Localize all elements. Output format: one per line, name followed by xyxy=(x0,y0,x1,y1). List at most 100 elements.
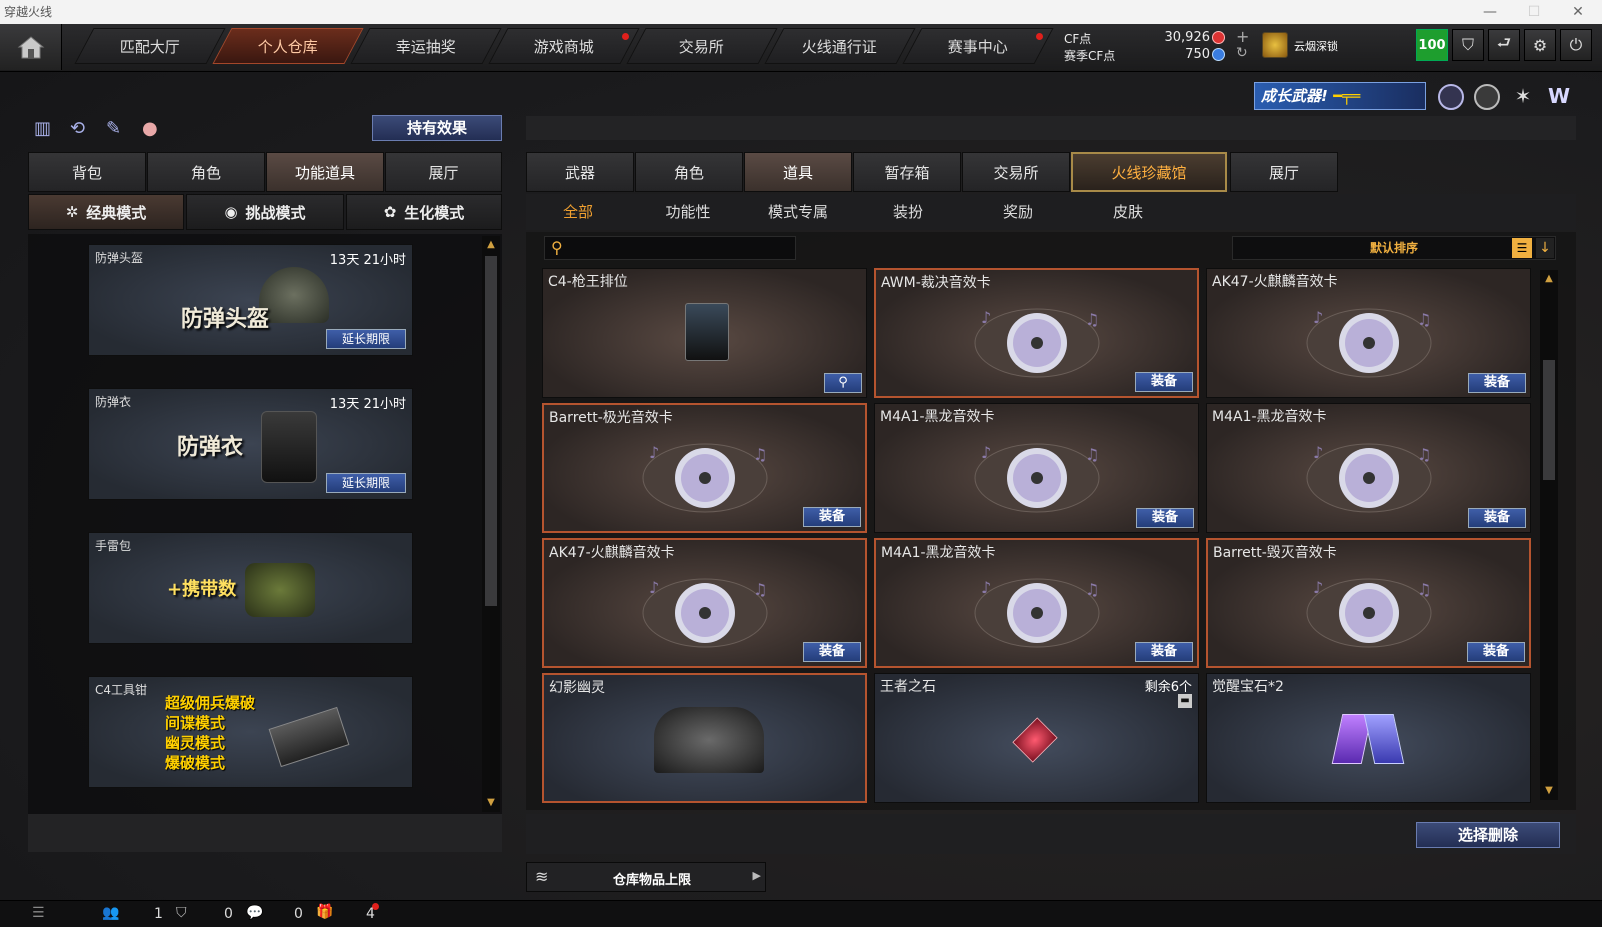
item-card[interactable]: M4A1-黑龙音效卡 ♪ ♫ 装备 xyxy=(874,538,1199,668)
item-card[interactable]: C4-枪王排位 ⚲ xyxy=(542,268,867,398)
equip-button[interactable]: 装备 xyxy=(1468,508,1526,528)
nav-tab-personal-storage[interactable]: 个人仓库 xyxy=(212,28,364,64)
grenade-pack-icon xyxy=(245,563,315,617)
scroll-thumb[interactable] xyxy=(485,256,497,606)
c4-modes-list: 超级佣兵爆破 间谍模式 幽灵模式 爆破模式 xyxy=(165,694,256,772)
globe-icon[interactable] xyxy=(1474,84,1500,110)
maximize-icon[interactable]: ☐ xyxy=(1512,0,1556,24)
mode-zombie[interactable]: ✿ 生化模式 xyxy=(346,194,502,230)
nav-tab-exchange[interactable]: 交易所 xyxy=(626,28,778,64)
tab-collection[interactable]: 火线珍藏馆 xyxy=(1071,152,1227,192)
zoom-button[interactable]: ⚲ xyxy=(824,373,862,393)
equip-button[interactable]: 装备 xyxy=(1468,373,1526,393)
equip-button[interactable]: 装备 xyxy=(1135,642,1193,662)
tab-temp-box[interactable]: 暂存箱 xyxy=(853,152,961,192)
mode-challenge[interactable]: ◉ 挑战模式 xyxy=(186,194,344,230)
trash-icon[interactable]: ▬ xyxy=(1178,694,1192,708)
nav-tab-lottery[interactable]: 幸运抽奖 xyxy=(350,28,502,64)
item-card[interactable]: Barrett-毁灭音效卡 ♪ ♫ 装备 xyxy=(1206,538,1531,668)
left-scrollbar[interactable]: ▲ ▼ xyxy=(482,236,500,812)
refresh-icon[interactable]: ↻ xyxy=(1236,45,1248,61)
stats-icon[interactable]: ▥ xyxy=(34,118,51,139)
item-card[interactable]: M4A1-黑龙音效卡 ♪ ♫ 装备 xyxy=(1206,403,1531,533)
classic-mode-icon: ✲ xyxy=(65,203,79,221)
tab-functional-items[interactable]: 功能道具 xyxy=(266,152,384,192)
tab-weapons[interactable]: 武器 xyxy=(526,152,634,192)
item-card-helmet[interactable]: 防弹头盔 13天 21小时 防弹头盔 延长期限 xyxy=(88,244,413,356)
sort-dropdown[interactable]: 默认排序 xyxy=(1232,236,1556,260)
tab-showroom-right[interactable]: 展厅 xyxy=(1230,152,1338,192)
tab-character[interactable]: 角色 xyxy=(147,152,265,192)
power-button[interactable]: ⏻ xyxy=(1560,29,1592,61)
storage-limit-bar[interactable]: ≋ 仓库物品上限 ▶ xyxy=(526,862,766,892)
switch-button[interactable]: ⮐ xyxy=(1488,29,1520,61)
equip-button[interactable]: 装备 xyxy=(1136,508,1194,528)
subtab-all[interactable]: 全部 xyxy=(528,201,628,223)
item-card[interactable]: AK47-火麒麟音效卡 ♪ ♫ 装备 xyxy=(1206,268,1531,398)
held-effects-button[interactable]: 持有效果 xyxy=(372,115,502,141)
minimize-icon[interactable]: — xyxy=(1468,0,1512,24)
menu-icon[interactable]: ☰ xyxy=(32,905,45,921)
scroll-up-icon[interactable]: ▲ xyxy=(484,238,498,252)
nav-tab-events[interactable]: 赛事中心 xyxy=(902,28,1054,64)
tab-backpack[interactable]: 背包 xyxy=(28,152,146,192)
subtab-mode-exclusive[interactable]: 模式专属 xyxy=(748,201,848,223)
nav-tab-match-hall[interactable]: 匹配大厅 xyxy=(74,28,226,64)
grenade-icon[interactable]: ● xyxy=(142,118,158,139)
scroll-down-icon[interactable]: ▼ xyxy=(1542,784,1556,798)
item-card-grenade-pack[interactable]: 手雷包 +携带数 xyxy=(88,532,413,644)
extend-button[interactable]: 延长期限 xyxy=(326,329,406,349)
item-card[interactable]: 觉醒宝石*2 xyxy=(1206,673,1531,803)
sort-desc-icon[interactable]: ↓ xyxy=(1536,238,1554,258)
item-card[interactable]: M4A1-黑龙音效卡 ♪ ♫ 装备 xyxy=(874,403,1199,533)
scroll-down-icon[interactable]: ▼ xyxy=(484,796,498,810)
item-card[interactable]: Barrett-极光音效卡 ♪ ♫ 装备 xyxy=(542,403,867,533)
history-icon[interactable]: ⟲ xyxy=(70,118,85,139)
chat-icon[interactable]: 💬 xyxy=(246,905,263,921)
item-card[interactable]: AWM-裁决音效卡 ♪ ♫ 装备 xyxy=(874,268,1199,398)
subtab-reward[interactable]: 奖励 xyxy=(968,201,1068,223)
kings-stone-icon xyxy=(1012,717,1058,763)
tab-showroom[interactable]: 展厅 xyxy=(385,152,502,192)
item-card-c4-pliers[interactable]: C4工具钳 超级佣兵爆破 间谍模式 幽灵模式 爆破模式 xyxy=(88,676,413,788)
tab-exchange[interactable]: 交易所 xyxy=(962,152,1070,192)
item-card[interactable]: AK47-火麒麟音效卡 ♪ ♫ 装备 xyxy=(542,538,867,668)
equip-button[interactable]: 装备 xyxy=(1135,372,1193,392)
settings-button[interactable]: ⚙ xyxy=(1524,29,1556,61)
item-name: AWM-裁决音效卡 xyxy=(881,275,991,291)
wings-icon[interactable]: W xyxy=(1546,84,1572,110)
subtab-skin[interactable]: 皮肤 xyxy=(1078,201,1178,223)
tab-items[interactable]: 道具 xyxy=(744,152,852,192)
right-scrollbar[interactable]: ▲ ▼ xyxy=(1540,270,1558,800)
close-icon[interactable]: ✕ xyxy=(1556,0,1600,24)
nav-tab-game-shop[interactable]: 游戏商城 xyxy=(488,28,640,64)
list-icon[interactable]: ☰ xyxy=(1512,238,1532,258)
character-icon[interactable]: ✎ xyxy=(106,118,121,139)
search-icon: ⚲ xyxy=(551,238,563,257)
scroll-up-icon[interactable]: ▲ xyxy=(1542,272,1556,286)
item-card[interactable]: 幻影幽灵 xyxy=(542,673,867,803)
star-icon[interactable]: ✶ xyxy=(1510,84,1536,110)
subtab-cosmetic[interactable]: 装扮 xyxy=(858,201,958,223)
select-delete-button[interactable]: 选择删除 xyxy=(1416,822,1560,848)
equip-button[interactable]: 装备 xyxy=(803,642,861,662)
scroll-thumb[interactable] xyxy=(1543,360,1555,480)
item-card-vest[interactable]: 防弹衣 13天 21小时 防弹衣 延长期限 xyxy=(88,388,413,500)
item-card[interactable]: 王者之石 剩余6个 ▬ xyxy=(874,673,1199,803)
home-button[interactable] xyxy=(0,24,62,70)
subtab-functional[interactable]: 功能性 xyxy=(638,201,738,223)
equip-button[interactable]: 装备 xyxy=(803,507,861,527)
extend-button[interactable]: 延长期限 xyxy=(326,473,406,493)
shield-button[interactable]: ⛉ xyxy=(1452,29,1484,61)
search-input[interactable]: ⚲ xyxy=(544,236,796,260)
plus-icon[interactable]: + xyxy=(1236,27,1249,46)
emblem-icon[interactable] xyxy=(1438,84,1464,110)
equip-button[interactable]: 装备 xyxy=(1467,642,1525,662)
mode-classic[interactable]: ✲ 经典模式 xyxy=(28,194,184,230)
friends-icon[interactable]: 👥 xyxy=(102,905,119,921)
gift-icon[interactable]: 🎁 xyxy=(316,904,333,920)
tab-characters[interactable]: 角色 xyxy=(635,152,743,192)
promo-banner[interactable]: 成长武器! ━╤═ xyxy=(1254,82,1426,110)
nav-tab-battle-pass[interactable]: 火线通行证 xyxy=(764,28,916,64)
clan-icon[interactable]: ⛉ xyxy=(176,905,187,921)
